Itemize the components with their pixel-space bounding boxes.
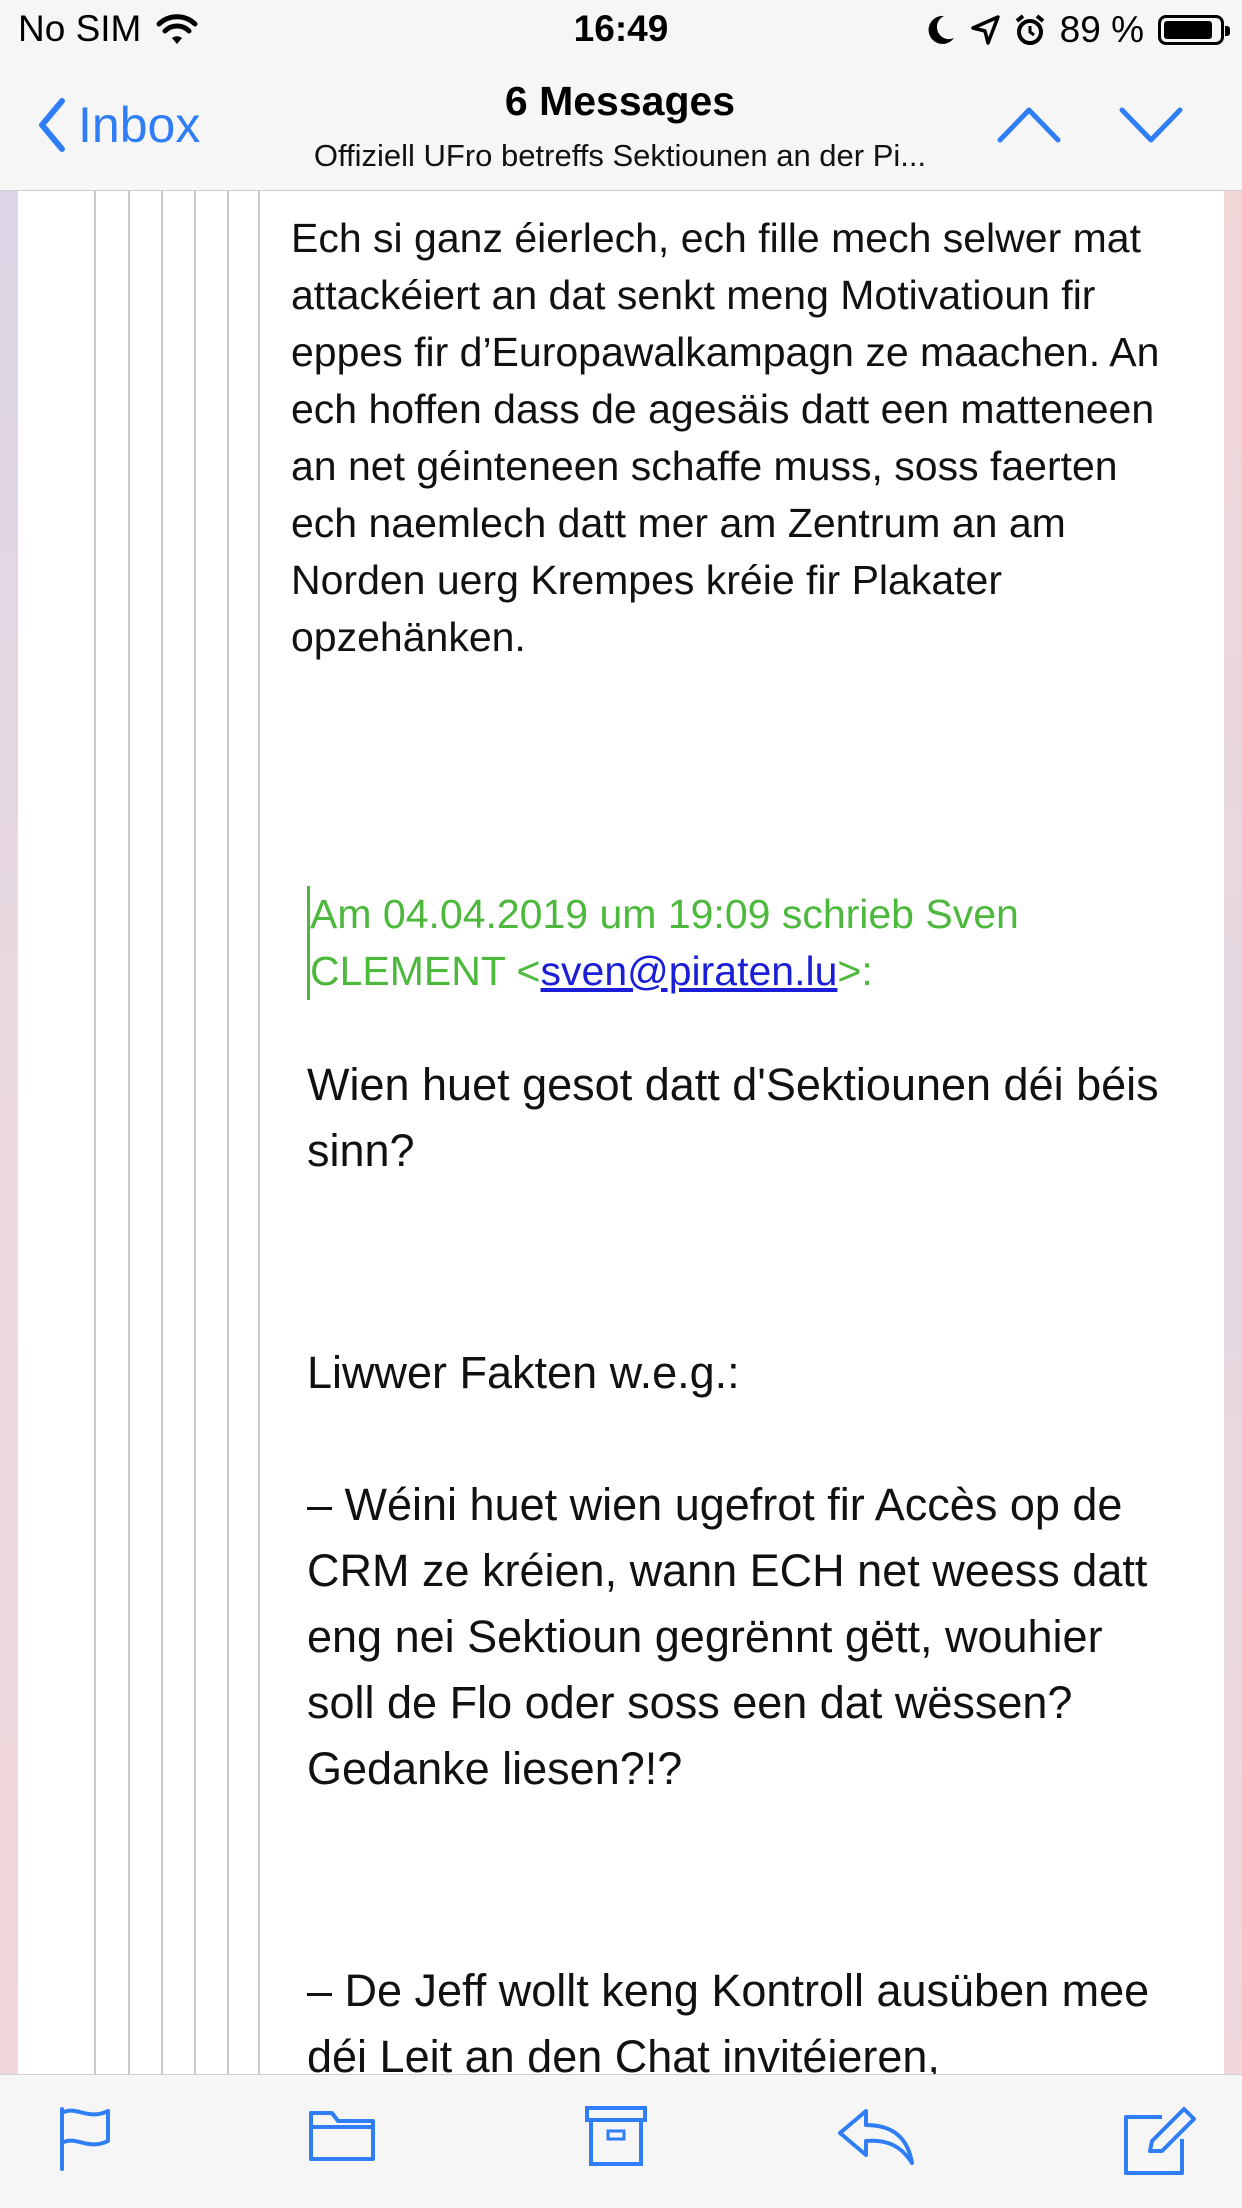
quote-level-line (258, 190, 260, 2075)
chevron-left-icon (39, 98, 65, 152)
quote-level-line (194, 190, 196, 2075)
moon-icon (928, 15, 954, 44)
archive-icon[interactable] (584, 2105, 648, 2167)
compose-icon[interactable] (1122, 2105, 1198, 2177)
quote-level-line (94, 190, 96, 2075)
quoted-paragraph: – De Jeff wollt keng Kontroll ausüben me… (307, 1965, 1150, 2082)
quote-level-line (161, 190, 163, 2075)
back-label: Inbox (78, 97, 201, 153)
next-message-button[interactable] (1116, 100, 1186, 150)
right-edge-tint (1224, 190, 1242, 2075)
message-text: Ech si ganz éierlech, ech fille mech sel… (291, 215, 1160, 660)
bottom-toolbar (0, 2074, 1242, 2208)
thread-subject: Offiziell UFro betreffs Sektiounen an de… (313, 138, 927, 173)
sender-email-link[interactable]: sven@piraten.lu (541, 948, 838, 994)
battery-percentage: 89 % (1059, 9, 1144, 50)
quote-level-line (227, 190, 229, 2075)
navigation-bar: Inbox 6 Messages Offiziell UFro betreffs… (0, 60, 1242, 190)
back-button[interactable]: Inbox (36, 96, 200, 154)
quote-level-line (128, 190, 130, 2075)
location-arrow-icon (970, 15, 1000, 45)
alarm-icon (1015, 14, 1044, 45)
flag-icon[interactable] (56, 2105, 114, 2173)
reply-icon[interactable] (836, 2105, 916, 2167)
previous-message-button[interactable] (994, 100, 1064, 150)
quoted-paragraph: – Wéini huet wien ugefrot fir Accès op d… (307, 1479, 1148, 1794)
quoted-paragraph: Liwwer Fakten w.e.g.: (307, 1347, 740, 1398)
battery-fill (1164, 21, 1212, 39)
quoted-paragraph: Wien huet gesot datt d'Sektiounen déi bé… (307, 1059, 1159, 1176)
folder-icon[interactable] (308, 2105, 376, 2165)
quote-attribution-suffix: >: (837, 948, 873, 994)
page-title: 6 Messages (504, 78, 736, 124)
quote-attribution: Am 04.04.2019 um 19:09 schrieb Sven CLEM… (307, 886, 1160, 1000)
status-right-group: 89 % (926, 8, 1230, 52)
battery-icon (1158, 15, 1230, 45)
battery-nub (1225, 26, 1230, 36)
status-bar: No SIM 16:49 89 % (0, 0, 1242, 60)
header-bar: No SIM 16:49 89 % Inbox 6 Messages Offiz… (0, 0, 1242, 191)
left-edge-tint (0, 190, 18, 2075)
